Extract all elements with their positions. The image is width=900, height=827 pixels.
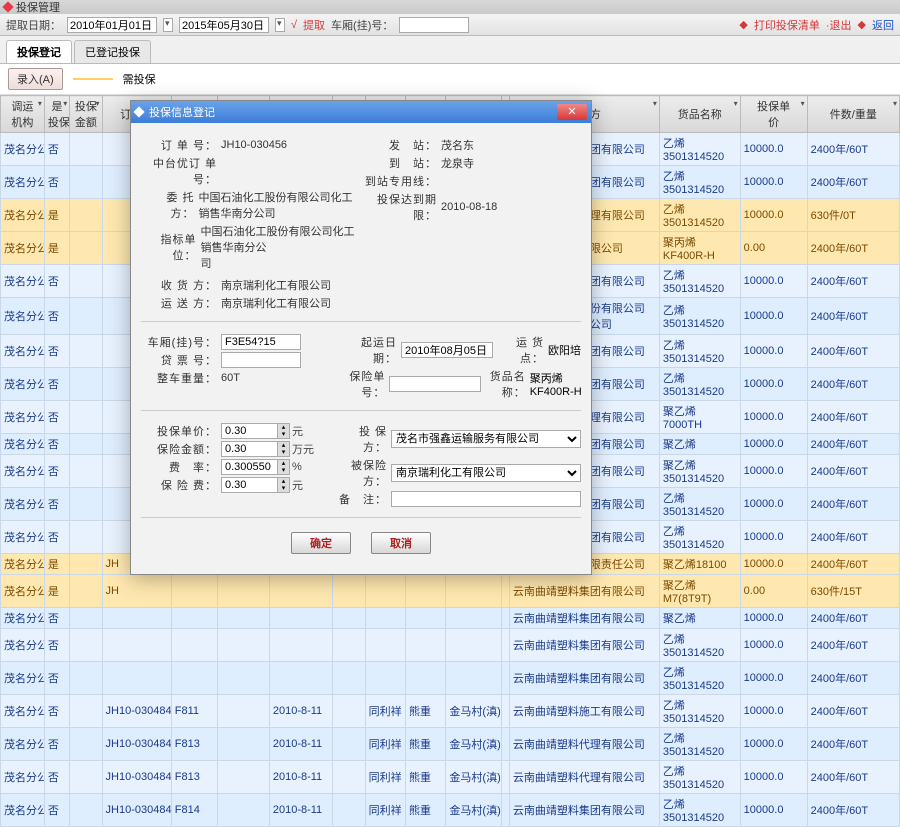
modal-mask: 投保信息登记 ✕ 订 单 号：JH10-030456 中台优订 单号： 委 托 …: [0, 0, 900, 534]
table-row[interactable]: 茂名分公司是JH云南曲靖塑料集团有限公司聚乙烯M7(8T9T)0.00630件/…: [1, 575, 900, 608]
amount-spinner[interactable]: ▴▾: [221, 441, 290, 457]
rate-spinner[interactable]: ▴▾: [221, 459, 290, 475]
spin-up-icon[interactable]: ▴: [277, 424, 289, 431]
table-row[interactable]: 茂名分公司否云南曲靖塑料集团有限公司聚乙烯10000.02400年/60T: [1, 608, 900, 629]
dialog-icon: [133, 106, 144, 117]
table-row[interactable]: 茂名分公司否JH10-030484F8142010-8-11同利祥熊重金马村(滇…: [1, 794, 900, 827]
table-row[interactable]: 茂名分公司否云南曲靖塑料集团有限公司乙烯350131452010000.0240…: [1, 629, 900, 662]
unit-price-spinner[interactable]: ▴▾: [221, 423, 290, 439]
order-no: JH10-030456: [221, 139, 341, 151]
remark-field[interactable]: [391, 491, 581, 507]
cancel-button[interactable]: 取消: [371, 532, 431, 554]
receiver-select[interactable]: 南京瑞利化工有限公司: [391, 464, 581, 482]
fee-spinner[interactable]: ▴▾: [221, 477, 290, 493]
insurance-register-dialog: 投保信息登记 ✕ 订 单 号：JH10-030456 中台优订 单号： 委 托 …: [130, 100, 592, 575]
bill-field[interactable]: [221, 352, 301, 368]
dialog-title: 投保信息登记: [149, 104, 557, 120]
table-row[interactable]: 茂名分公司否JH10-030484F8132010-8-11同利祥熊重金马村(滇…: [1, 761, 900, 794]
close-icon[interactable]: ✕: [557, 104, 587, 120]
ok-button[interactable]: 确定: [291, 532, 351, 554]
spin-down-icon[interactable]: ▾: [277, 431, 289, 438]
table-row[interactable]: 茂名分公司否云南曲靖塑料集团有限公司乙烯350131452010000.0240…: [1, 662, 900, 695]
table-row[interactable]: 茂名分公司否JH10-030484F8112010-8-11同利祥熊重金马村(滇…: [1, 695, 900, 728]
insure-party-select[interactable]: 茂名市强鑫运输服务有限公司: [391, 430, 581, 448]
depart-field[interactable]: [401, 342, 493, 358]
table-row[interactable]: 茂名分公司否JH10-030484F8132010-8-11同利祥熊重金马村(滇…: [1, 728, 900, 761]
plate-field[interactable]: [221, 334, 301, 350]
dialog-titlebar[interactable]: 投保信息登记 ✕: [131, 101, 591, 123]
insure-no-field[interactable]: [389, 376, 481, 392]
